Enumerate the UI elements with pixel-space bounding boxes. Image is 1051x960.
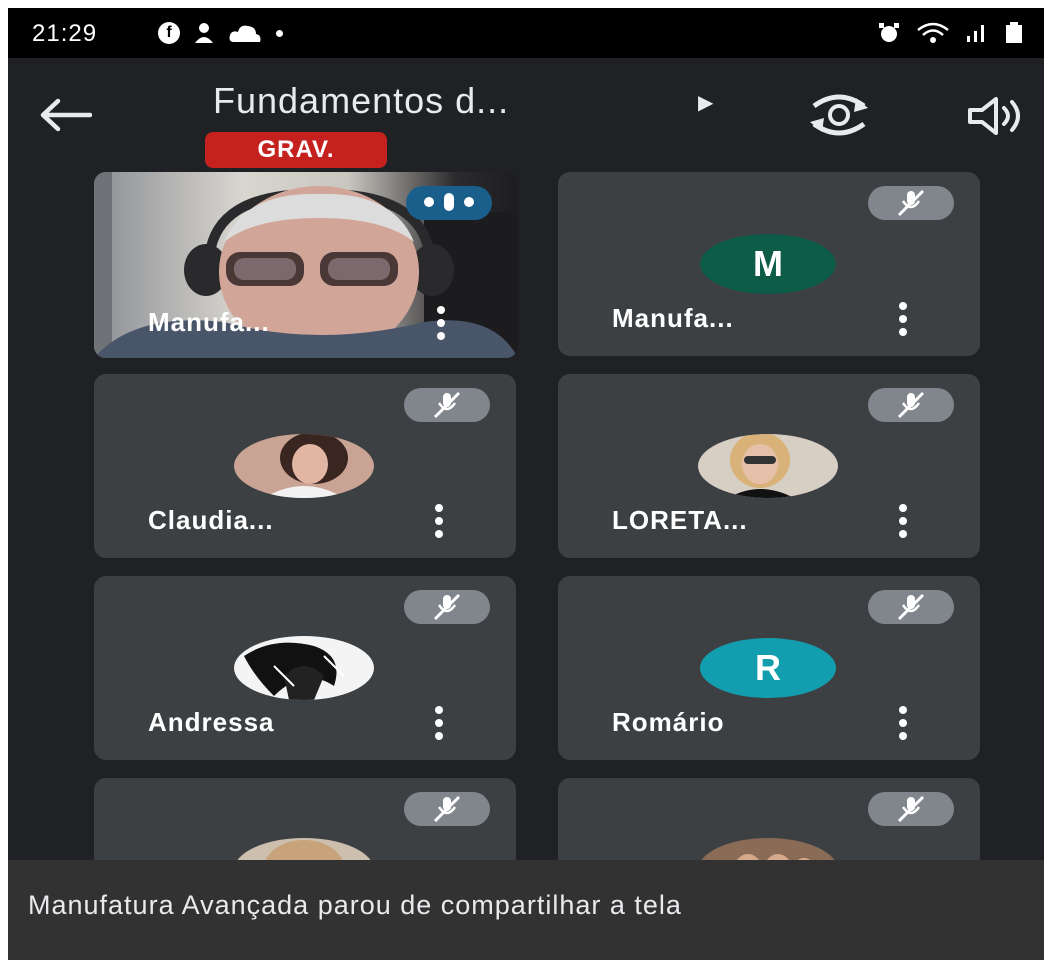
wifi-icon — [917, 22, 949, 43]
title-chevron-icon[interactable]: ▶ — [698, 90, 713, 115]
more-options-icon[interactable] — [436, 306, 446, 340]
participant-name: Romário — [612, 707, 725, 737]
participant-tile[interactable]: M Manufa... — [558, 172, 980, 356]
recording-badge: GRAV. — [205, 132, 387, 168]
status-time: 21:29 — [32, 20, 98, 47]
meeting-header: Fundamentos d... ▶ GRAV. — [8, 58, 1044, 178]
muted-mic-icon — [868, 792, 954, 826]
system-icons — [878, 22, 1024, 44]
participant-tile-video[interactable]: Manufa... — [94, 172, 518, 358]
speaker-icon[interactable] — [966, 96, 1026, 136]
facebook-icon: f — [158, 22, 180, 44]
muted-mic-icon — [868, 590, 954, 624]
notification-icons: f — [158, 22, 283, 44]
avatar: M — [700, 234, 836, 294]
phone-screen: 21:29 f Fundamentos d... ▶ GRAV. Manufa.… — [8, 8, 1044, 960]
alarm-icon — [879, 23, 899, 42]
status-bar: 21:29 f — [8, 8, 1044, 58]
more-options-icon[interactable] — [898, 706, 908, 740]
toast-notification: Manufatura Avançada parou de compartilha… — [8, 860, 1044, 960]
more-options-icon[interactable] — [434, 706, 444, 740]
participant-name: Manufa... — [148, 307, 270, 337]
muted-mic-icon — [404, 590, 490, 624]
battery-icon — [1006, 22, 1022, 43]
participant-name: LORETA... — [612, 505, 748, 535]
speaking-indicator-icon — [406, 186, 492, 220]
back-arrow-icon[interactable] — [38, 98, 92, 132]
cloud-icon — [229, 25, 261, 42]
person-icon — [195, 23, 213, 43]
toast-message: Manufatura Avançada parou de compartilha… — [28, 890, 682, 920]
more-options-icon[interactable] — [898, 302, 908, 336]
meeting-title[interactable]: Fundamentos d... — [213, 80, 509, 122]
participant-name: Claudia... — [148, 505, 274, 535]
participant-name: Manufa... — [612, 303, 734, 333]
switch-camera-icon[interactable] — [806, 92, 872, 138]
muted-mic-icon — [404, 388, 490, 422]
participant-tile[interactable]: R Romário — [558, 576, 980, 760]
participant-tile[interactable]: Andressa — [94, 576, 516, 760]
signal-icon — [967, 25, 984, 42]
muted-mic-icon — [868, 186, 954, 220]
avatar — [234, 434, 374, 498]
participant-name: Andressa — [148, 707, 275, 737]
more-options-icon[interactable] — [434, 504, 444, 538]
avatar: R — [700, 638, 836, 698]
participant-tile[interactable]: LORETA... — [558, 374, 980, 558]
avatar — [234, 636, 374, 700]
more-options-icon[interactable] — [898, 504, 908, 538]
participant-tile[interactable]: Claudia... — [94, 374, 516, 558]
muted-mic-icon — [404, 792, 490, 826]
muted-mic-icon — [868, 388, 954, 422]
avatar — [698, 434, 838, 498]
dot-icon — [276, 29, 283, 37]
